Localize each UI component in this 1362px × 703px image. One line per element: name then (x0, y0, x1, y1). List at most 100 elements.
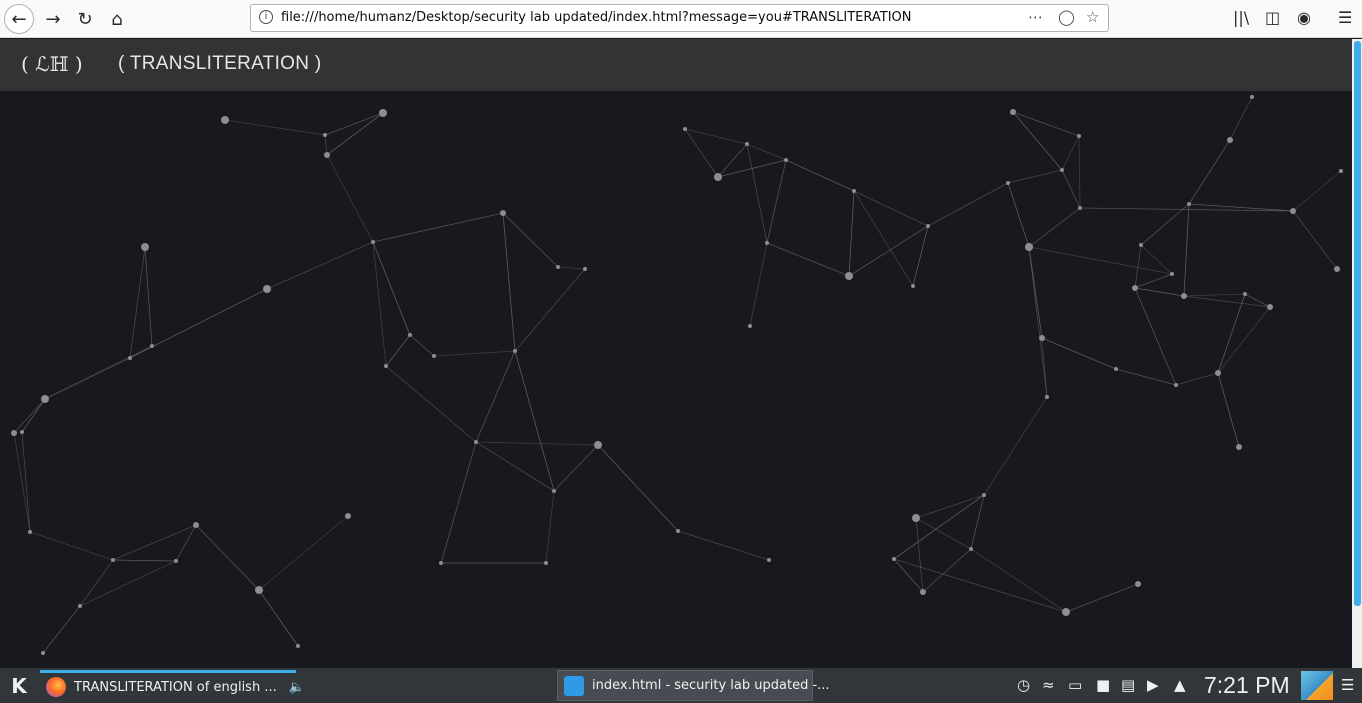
home-icon[interactable]: ⌂ (102, 4, 132, 34)
network-node (926, 224, 930, 228)
network-node (371, 240, 375, 244)
network-edge (1028, 246, 1173, 275)
browser-toolbar: ← → ↻ ⌂ i file:///home/humanz/Desktop/se… (0, 0, 1362, 38)
network-edge (79, 559, 114, 607)
network-edge (553, 444, 599, 492)
url-bar[interactable]: i file:///home/humanz/Desktop/security l… (250, 4, 1109, 32)
task-firefox[interactable]: TRANSLITERATION of english ... 🔈 (40, 670, 305, 701)
network-edge (1217, 372, 1240, 448)
lock-icon[interactable]: ■ (1096, 676, 1110, 694)
clipboard-icon[interactable]: ▤ (1121, 676, 1135, 694)
network-node (379, 109, 387, 117)
network-node (1215, 370, 1221, 376)
network-node (1135, 581, 1141, 587)
network-edge (766, 159, 787, 244)
network-edge (13, 432, 31, 533)
more-icon[interactable]: ⋯ (1028, 8, 1043, 26)
network-edge (1183, 295, 1271, 308)
update-icon[interactable]: ◷ (1017, 676, 1030, 694)
library-icon[interactable]: ||\ (1233, 8, 1249, 27)
network-edge (1292, 210, 1338, 270)
speaker-icon[interactable]: 🔈 (289, 680, 305, 695)
network-edge (746, 143, 787, 161)
bookmark-star-icon[interactable]: ☆ (1086, 8, 1099, 26)
forward-arrow-icon[interactable]: → (38, 4, 68, 34)
network-edge (1007, 169, 1063, 184)
network-edge (545, 490, 555, 564)
network-edge (1028, 207, 1081, 248)
network-node (1077, 134, 1081, 138)
network-edge (1007, 182, 1030, 248)
pocket-icon[interactable]: ◯ (1058, 8, 1075, 26)
network-node (1334, 266, 1340, 272)
scrollbar-thumb[interactable] (1354, 41, 1361, 606)
network-node (408, 333, 412, 337)
network-edge (195, 524, 260, 591)
task-vscode[interactable]: index.html - security lab updated -... (557, 670, 830, 701)
network-node (552, 489, 556, 493)
network-node (1025, 243, 1033, 251)
network-node (296, 644, 300, 648)
reload-icon[interactable]: ↻ (70, 4, 100, 34)
network-node (1267, 304, 1273, 310)
panel-menu-icon[interactable]: ☰ (1341, 676, 1354, 694)
kde-launcher-icon[interactable]: K (6, 673, 32, 699)
network-edge (597, 444, 679, 532)
network-edge (915, 517, 924, 593)
network-node (174, 559, 178, 563)
network-node (767, 558, 771, 562)
network-edge (42, 605, 81, 654)
network-edge (433, 350, 516, 357)
wifi-icon[interactable]: ≈ (1042, 676, 1055, 694)
network-edge (475, 350, 516, 443)
nav-link-transliteration[interactable]: ( TRANSLITERATION ) (118, 53, 321, 75)
site-logo[interactable]: ( ℒℍ ) (21, 52, 83, 76)
page-viewport: ( ℒℍ ) ( TRANSLITERATION ) (0, 39, 1352, 668)
network-edge (79, 560, 177, 607)
network-node (714, 173, 722, 181)
show-desktop-button[interactable] (1301, 671, 1333, 700)
network-edge (1217, 293, 1246, 374)
clock[interactable]: 7:21 PM (1204, 672, 1290, 699)
network-edge (677, 530, 770, 561)
url-text[interactable]: file:///home/humanz/Desktop/security lab… (281, 10, 912, 25)
network-edge (514, 268, 586, 352)
network-node (556, 265, 560, 269)
network-node (141, 243, 149, 251)
network-edge (21, 398, 46, 433)
network-node (439, 561, 443, 565)
network-edge (129, 246, 146, 359)
volume-icon[interactable]: ▶ (1147, 676, 1159, 694)
vscode-icon (564, 675, 584, 696)
network-node (1062, 608, 1070, 616)
battery-icon[interactable]: ▭ (1068, 676, 1082, 694)
network-node (683, 127, 687, 131)
network-node (583, 267, 587, 271)
network-node (78, 604, 82, 608)
network-node (28, 530, 32, 534)
network-edge (372, 241, 411, 336)
network-edge (385, 334, 411, 367)
network-edge (1175, 372, 1219, 386)
back-arrow-icon[interactable]: ← (4, 4, 34, 34)
task-label: TRANSLITERATION of english ... (74, 679, 277, 695)
network-nodes (11, 95, 1343, 655)
network-edge (502, 212, 559, 268)
sidebar-icon[interactable]: ◫ (1265, 8, 1280, 27)
info-icon[interactable]: i (259, 10, 273, 24)
network-node (1170, 272, 1174, 276)
network-edge (848, 225, 929, 277)
tray-expand-icon[interactable]: ▲ (1174, 676, 1186, 694)
network-edge (326, 154, 374, 243)
menu-icon[interactable]: ☰ (1338, 8, 1352, 27)
network-edge (258, 589, 299, 647)
network-node (1243, 292, 1247, 296)
network-edge (717, 143, 748, 178)
network-edge (258, 515, 349, 591)
network-node (1290, 208, 1296, 214)
network-edge (684, 128, 748, 145)
network-node (1181, 293, 1187, 299)
network-edge (13, 398, 46, 434)
account-icon[interactable]: ◉ (1297, 8, 1311, 27)
network-edge (915, 517, 972, 550)
